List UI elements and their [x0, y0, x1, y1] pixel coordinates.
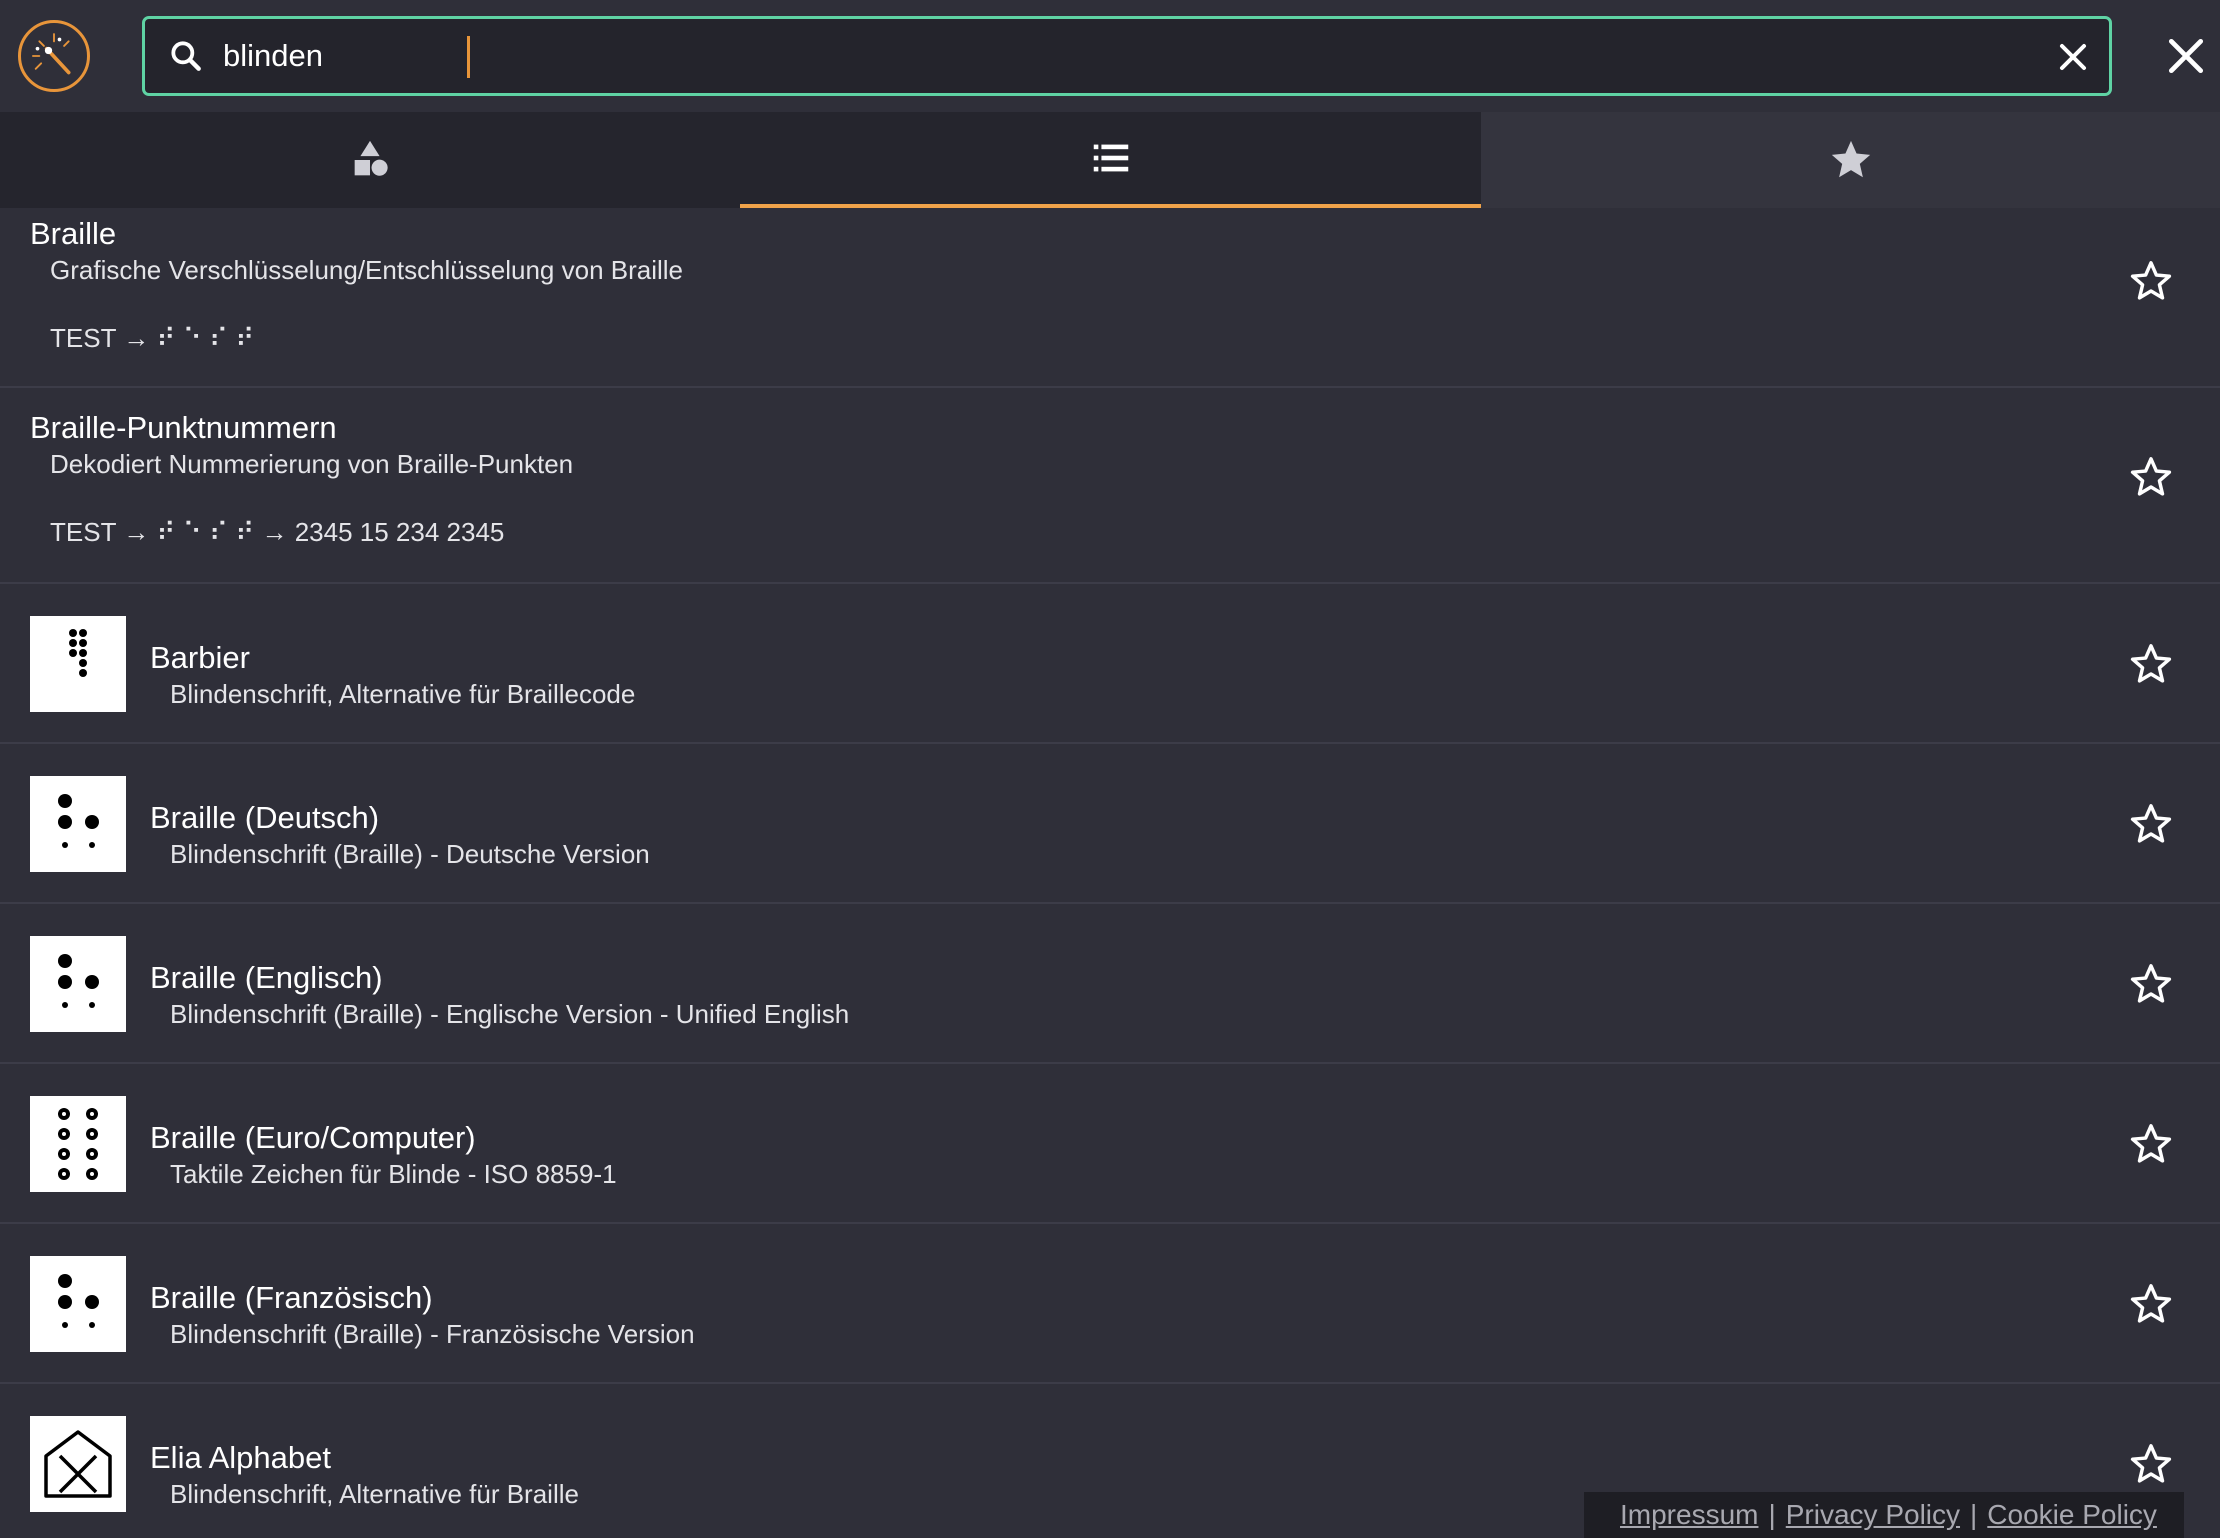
- cookie-policy-link[interactable]: Cookie Policy: [1987, 1499, 2157, 1531]
- result-description: Blindenschrift (Braille) - Französische …: [170, 1319, 695, 1349]
- result-description: Dekodiert Nummerierung von Braille-Punkt…: [50, 449, 574, 479]
- result-item-braille[interactable]: Braille Grafische Verschlüsselung/Entsch…: [0, 208, 2220, 388]
- tab-categories[interactable]: [0, 112, 740, 208]
- barbier-dots-icon: [30, 616, 126, 712]
- braille-8dot-icon: [30, 1096, 126, 1192]
- footer-separator: |: [1768, 1499, 1776, 1530]
- tab-favorites[interactable]: [1481, 112, 2220, 208]
- result-description: Blindenschrift (Braille) - Englische Ver…: [170, 999, 850, 1029]
- results-list: Braille Grafische Verschlüsselung/Entsch…: [0, 208, 2220, 1538]
- braille-cell-icon: [30, 776, 126, 872]
- braille-cell-icon: [30, 936, 126, 1032]
- top-bar: [0, 0, 2220, 112]
- result-title: Braille (Englisch): [150, 960, 383, 995]
- result-item-braille-euro-computer[interactable]: Braille (Euro/Computer) Taktile Zeichen …: [0, 1064, 2220, 1224]
- text-caret: [467, 36, 470, 78]
- result-title: Barbier: [150, 640, 250, 675]
- search-icon: [171, 41, 201, 71]
- search-input[interactable]: [223, 29, 1923, 83]
- favorite-star-icon[interactable]: [2128, 1121, 2174, 1167]
- search-box[interactable]: [142, 16, 2112, 96]
- result-item-braille-deutsch[interactable]: Braille (Deutsch) Blindenschrift (Braill…: [0, 744, 2220, 904]
- favorite-star-icon[interactable]: [2128, 454, 2174, 500]
- favorite-star-icon[interactable]: [2128, 961, 2174, 1007]
- result-item-barbier[interactable]: Barbier Blindenschrift, Alternative für …: [0, 584, 2220, 744]
- result-description: Blindenschrift (Braille) - Deutsche Vers…: [170, 839, 650, 869]
- result-item-braille-englisch[interactable]: Braille (Englisch) Blindenschrift (Brail…: [0, 904, 2220, 1064]
- privacy-policy-link[interactable]: Privacy Policy: [1786, 1499, 1960, 1531]
- footer-links: Impressum | Privacy Policy | Cookie Poli…: [1584, 1492, 2184, 1538]
- clear-search-icon[interactable]: [2051, 35, 2095, 79]
- tab-bar: [0, 112, 2220, 208]
- star-filled-icon: [1831, 140, 1870, 178]
- result-title: Braille (Französisch): [150, 1280, 433, 1315]
- result-title: Braille (Deutsch): [150, 800, 380, 835]
- result-description: Blindenschrift, Alternative für Braillec…: [170, 679, 636, 709]
- footer-separator: |: [1970, 1499, 1978, 1530]
- close-icon[interactable]: [2164, 34, 2208, 78]
- result-title: Braille: [30, 216, 117, 251]
- tab-list[interactable]: [740, 112, 1481, 208]
- elia-house-icon: [30, 1416, 126, 1512]
- result-description: Grafische Verschlüsselung/Entschlüsselun…: [50, 255, 684, 285]
- result-item-braille-franzoesisch[interactable]: Braille (Französisch) Blindenschrift (Br…: [0, 1224, 2220, 1384]
- result-example: TEST → ⠞ ⠑ ⠎ ⠞: [50, 323, 255, 353]
- braille-cell-icon: [30, 1256, 126, 1352]
- favorite-star-icon[interactable]: [2128, 801, 2174, 847]
- impressum-link[interactable]: Impressum: [1620, 1499, 1758, 1531]
- result-title: Braille-Punktnummern: [30, 410, 337, 445]
- shapes-icon: [354, 140, 388, 176]
- favorite-star-icon[interactable]: [2128, 641, 2174, 687]
- result-description: Taktile Zeichen für Blinde - ISO 8859-1: [170, 1159, 617, 1189]
- result-item-braille-punktnummern[interactable]: Braille-Punktnummern Dekodiert Nummerier…: [0, 388, 2220, 584]
- favorite-star-icon[interactable]: [2128, 258, 2174, 304]
- result-title: Braille (Euro/Computer): [150, 1120, 476, 1155]
- result-example: TEST → ⠞ ⠑ ⠎ ⠞ → 2345 15 234 2345: [50, 517, 505, 547]
- result-description: Blindenschrift, Alternative für Braille: [170, 1479, 579, 1509]
- result-title: Elia Alphabet: [150, 1440, 331, 1475]
- app-logo-icon[interactable]: [18, 20, 90, 92]
- favorite-star-icon[interactable]: [2128, 1441, 2174, 1487]
- list-icon: [1093, 144, 1128, 172]
- favorite-star-icon[interactable]: [2128, 1281, 2174, 1327]
